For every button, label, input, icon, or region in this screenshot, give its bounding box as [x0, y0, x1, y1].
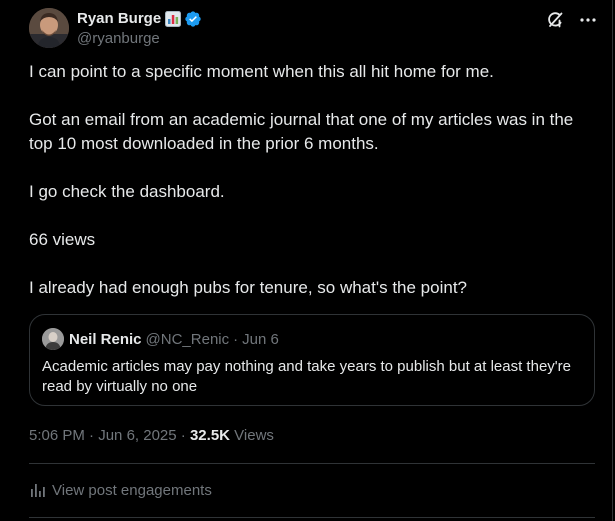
divider — [29, 517, 595, 518]
post-paragraph: I already had enough pubs for tenure, so… — [29, 278, 467, 297]
quoted-author-avatar — [42, 328, 64, 350]
analytics-bars-icon — [29, 481, 47, 499]
post-detail: Ryan Burge @ryanburge I can point to a s… — [0, 0, 613, 521]
author-name-row: Ryan Burge — [77, 9, 202, 29]
view-engagements-label[interactable]: View post engagements — [52, 482, 212, 499]
quoted-post-header: Neil Renic @NC_Renic · Jun 6 — [42, 328, 279, 350]
verified-badge-icon[interactable] — [184, 10, 202, 28]
author-handle[interactable]: @ryanburge — [77, 29, 202, 49]
divider — [29, 463, 595, 464]
quoted-post-text: Academic articles may pay nothing and ta… — [42, 358, 571, 395]
post-metadata: 5:06 PM · Jun 6, 2025 · 32.5K Views — [29, 426, 274, 446]
author-display-name[interactable]: Ryan Burge — [77, 9, 161, 29]
views-label: Views — [234, 427, 274, 444]
view-engagements-link[interactable]: View post engagements — [29, 480, 212, 500]
meta-separator: · — [89, 427, 95, 444]
quoted-author-name: Neil Renic — [69, 330, 142, 348]
post-date[interactable]: Jun 6, 2025 — [98, 427, 176, 444]
quoted-post-date: Jun 6 — [242, 330, 279, 348]
post-time[interactable]: 5:06 PM — [29, 427, 85, 444]
views-count: 32.5K — [189, 427, 230, 444]
quoted-post[interactable]: Neil Renic @NC_Renic · Jun 6 Academic ar… — [29, 314, 595, 406]
more-options-icon[interactable] — [577, 10, 599, 30]
post-paragraph: I go check the dashboard. — [29, 182, 225, 201]
post-paragraph: Got an email from an academic journal th… — [29, 110, 578, 153]
post-paragraph: I can point to a specific moment when th… — [29, 62, 494, 81]
meta-separator: · — [180, 427, 186, 444]
post-paragraph: 66 views — [29, 230, 96, 249]
grok-icon[interactable] — [545, 10, 565, 30]
author-avatar[interactable] — [29, 8, 69, 48]
post-header: Ryan Burge @ryanburge — [29, 8, 599, 48]
author-info: Ryan Burge @ryanburge — [77, 9, 202, 49]
quoted-meta-separator: · — [233, 330, 239, 348]
post-text: I can point to a specific moment when th… — [29, 60, 599, 324]
quoted-author-handle: @NC_Renic — [145, 330, 230, 348]
bar-chart-emoji-icon — [165, 11, 182, 27]
